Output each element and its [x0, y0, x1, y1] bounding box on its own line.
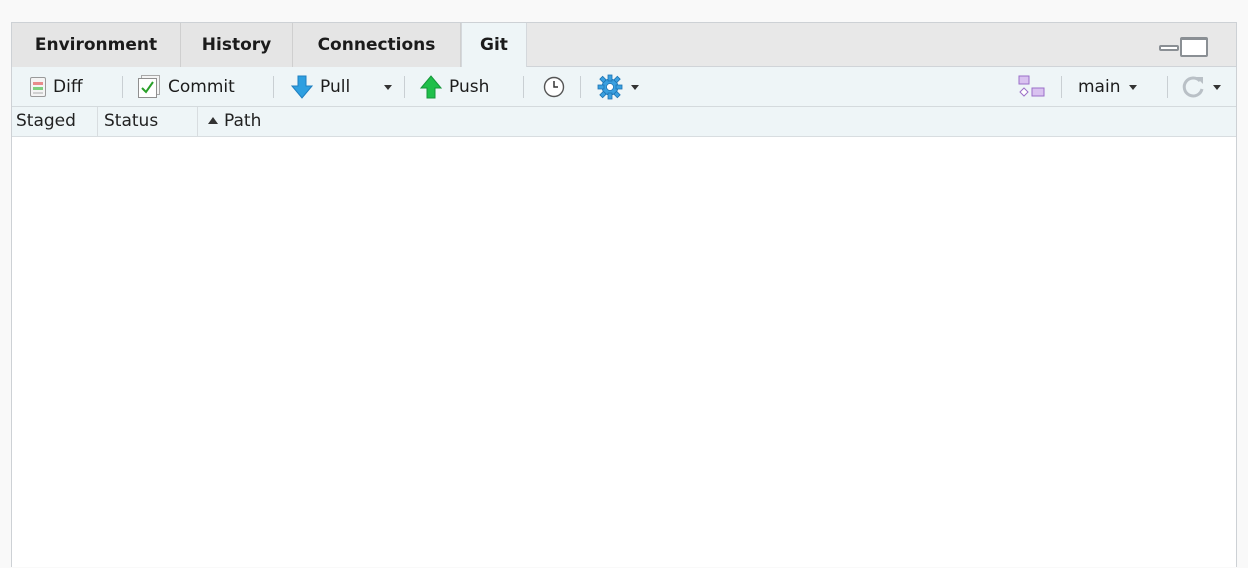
push-label: Push [449, 77, 490, 97]
toolbar-separator [1167, 76, 1168, 98]
commit-checkbox-icon [138, 75, 160, 98]
diff-icon [30, 77, 46, 97]
refresh-icon [1182, 76, 1204, 98]
tab-connections[interactable]: Connections [293, 23, 461, 67]
gear-icon [597, 74, 623, 100]
minimize-icon[interactable] [1159, 45, 1179, 51]
diff-button[interactable]: Diff [30, 67, 83, 107]
chevron-down-icon [631, 84, 639, 90]
branch-label: main [1078, 77, 1121, 97]
pull-arrow-down-icon [291, 75, 313, 99]
git-pane: Environment History Connections Git Diff [11, 22, 1237, 567]
column-header-path-label: Path [224, 111, 262, 131]
settings-button[interactable] [597, 67, 639, 107]
maximize-icon[interactable] [1180, 37, 1208, 57]
chevron-down-icon [1213, 84, 1221, 90]
history-button[interactable] [543, 67, 565, 107]
toolbar-separator [523, 76, 524, 98]
toolbar-separator [273, 76, 274, 98]
branch-icon [1018, 75, 1045, 97]
column-header-path[interactable]: Path [198, 107, 498, 136]
pull-button[interactable]: Pull [291, 67, 350, 107]
push-arrow-up-icon [420, 75, 442, 99]
tab-history[interactable]: History [181, 23, 293, 67]
commit-button[interactable]: Commit [137, 67, 235, 107]
commit-label: Commit [168, 77, 235, 97]
toolbar-separator [1061, 76, 1062, 98]
branch-history-button[interactable] [1017, 67, 1047, 107]
tab-bar: Environment History Connections Git [12, 23, 1236, 68]
column-header-status[interactable]: Status [98, 107, 198, 136]
toolbar-separator [580, 76, 581, 98]
toolbar-separator [122, 76, 123, 98]
chevron-down-icon [384, 84, 392, 90]
pull-label: Pull [320, 77, 351, 97]
branch-dropdown[interactable]: main [1078, 67, 1138, 107]
pull-options-dropdown[interactable] [384, 67, 392, 107]
clock-icon [543, 76, 565, 98]
diff-label: Diff [53, 77, 83, 97]
git-toolbar: Diff Commit Pull Push main [12, 67, 1236, 107]
sort-ascending-icon [208, 117, 218, 124]
tab-git[interactable]: Git [461, 23, 527, 68]
file-list-header: Staged Status Path [12, 107, 1236, 137]
changed-files-list[interactable] [12, 137, 1236, 567]
toolbar-separator [404, 76, 405, 98]
chevron-down-icon [1129, 84, 1138, 90]
column-header-staged[interactable]: Staged [12, 107, 98, 136]
tab-environment[interactable]: Environment [12, 23, 181, 67]
refresh-button[interactable] [1180, 67, 1221, 107]
push-button[interactable]: Push [420, 67, 489, 107]
